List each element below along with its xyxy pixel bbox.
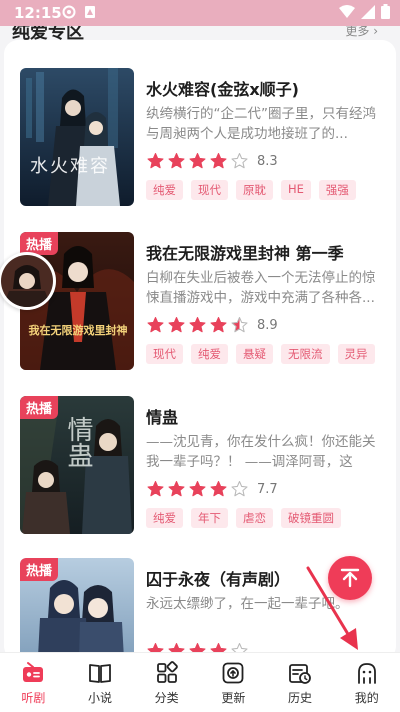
drama-description: 白柳在失业后被卷入一个无法停止的惊悚直播游戏中，游戏中充满了各种各... xyxy=(146,270,376,306)
drama-description: ——沈见青，你在发什么疯！你还能关我一辈子吗？！ ——调泽阿哥，这就... xyxy=(146,434,376,470)
update-icon xyxy=(222,662,244,684)
settings-status-icon xyxy=(62,5,76,19)
star-icon xyxy=(147,480,164,497)
genre-tag[interactable]: 现代 xyxy=(146,344,183,364)
star-icon xyxy=(168,152,185,169)
genre-tag[interactable]: 纯爱 xyxy=(146,180,183,200)
section-header: 纯爱专区 更多 › xyxy=(0,26,400,40)
star-icon xyxy=(147,152,164,169)
nav-item-listen[interactable]: 听剧 xyxy=(0,653,67,712)
genre-tag[interactable]: 现代 xyxy=(191,180,228,200)
section-title: 纯爱专区 xyxy=(12,26,84,40)
tag-list: 纯爱 现代 原耽 HE 强强 xyxy=(146,180,356,200)
drama-item[interactable]: 我在无限游戏里封神 热播 我在无限游戏里封神 第一季 白柳在失业后被卷入一个无法… xyxy=(4,232,396,372)
star-icon xyxy=(147,316,164,333)
history-icon xyxy=(289,664,311,684)
drama-title[interactable]: 情蛊 xyxy=(146,404,178,428)
bottom-navigation: 听剧 小说 分类 更新 历史 我的 xyxy=(0,652,400,712)
nav-label: 更新 xyxy=(221,691,246,705)
cover-title-text: 水火难容 xyxy=(30,156,110,177)
genre-tag[interactable]: HE xyxy=(281,180,311,200)
star-icon xyxy=(210,316,227,333)
battery-icon xyxy=(381,4,390,19)
genre-tag[interactable]: 年下 xyxy=(191,508,228,528)
hot-badge: 热播 xyxy=(20,396,59,419)
genre-tag[interactable]: 灵异 xyxy=(337,344,375,364)
nav-label: 小说 xyxy=(88,691,113,705)
profile-icon xyxy=(357,663,376,684)
cover-image[interactable]: 水火难容 xyxy=(20,68,134,206)
nav-item-update[interactable]: 更新 xyxy=(200,653,267,712)
floating-player-avatar[interactable] xyxy=(0,252,56,310)
star-rating: 8.3 xyxy=(146,152,278,170)
cover-image[interactable]: 热播 xyxy=(20,558,134,660)
status-time: 12:15 xyxy=(14,4,62,22)
star-icon xyxy=(231,152,248,169)
star-rating: 8.9 xyxy=(146,316,278,334)
rating-score: 7.7 xyxy=(257,481,278,497)
wifi-icon xyxy=(339,4,355,18)
drama-title[interactable]: 水火难容(金弦x顺子) xyxy=(146,76,299,100)
genre-tag[interactable]: 纯爱 xyxy=(146,508,183,528)
nav-label: 历史 xyxy=(288,691,313,705)
nav-item-category[interactable]: 分类 xyxy=(133,653,200,712)
nav-label: 听剧 xyxy=(21,691,46,705)
star-icon xyxy=(231,316,248,333)
nav-item-novel[interactable]: 小说 xyxy=(67,653,134,712)
nav-label: 分类 xyxy=(154,691,179,705)
hot-badge: 热播 xyxy=(20,558,59,581)
nav-label: 我的 xyxy=(354,691,379,705)
book-icon xyxy=(89,664,111,683)
drama-title[interactable]: 囚于永夜（有声剧） xyxy=(146,566,290,590)
annotation-arrow-icon xyxy=(306,566,358,650)
cover-title-text: 我在无限游戏里封神 xyxy=(28,324,128,337)
cover-title-text: 情蛊 xyxy=(63,416,93,468)
genre-tag[interactable]: 原耽 xyxy=(236,180,273,200)
genre-tag[interactable]: 虐恋 xyxy=(236,508,273,528)
drama-item[interactable]: 水火难容 水火难容(金弦x顺子) 纨绔横行的“企二代”圈子里，只有经鸿与周昶两个… xyxy=(4,68,396,208)
category-icon xyxy=(156,661,178,683)
drama-title[interactable]: 我在无限游戏里封神 第一季 xyxy=(146,240,344,264)
star-icon xyxy=(168,316,185,333)
genre-tag[interactable]: 无限流 xyxy=(281,344,330,364)
star-rating: 7.7 xyxy=(146,480,278,498)
tag-list: 现代 纯爱 悬疑 无限流 灵异 xyxy=(146,344,375,364)
genre-tag[interactable]: 纯爱 xyxy=(191,344,228,364)
status-bar: 12:15 xyxy=(0,0,400,26)
nav-item-profile[interactable]: 我的 xyxy=(333,653,400,712)
genre-tag[interactable]: 破镜重圆 xyxy=(281,508,341,528)
star-icon xyxy=(210,480,227,497)
radio-icon xyxy=(23,662,44,682)
rating-score: 8.9 xyxy=(257,317,278,333)
star-icon xyxy=(189,480,206,497)
notification-status-icon xyxy=(85,6,95,18)
drama-description: 纨绔横行的“企二代”圈子里，只有经鸿与周昶两个人是成功地接班了的... xyxy=(146,106,376,142)
signal-icon xyxy=(361,4,375,19)
nav-item-history[interactable]: 历史 xyxy=(267,653,334,712)
star-icon xyxy=(189,316,206,333)
star-icon xyxy=(168,480,185,497)
drama-item[interactable]: 情蛊 热播 情蛊 ——沈见青，你在发什么疯！你还能关我一辈子吗？！ ——调泽阿哥… xyxy=(4,396,396,536)
genre-tag[interactable]: 强强 xyxy=(318,180,356,200)
more-link[interactable]: 更多 › xyxy=(345,26,378,39)
tag-list: 纯爱 年下 虐恋 破镜重圆 xyxy=(146,508,341,528)
star-icon xyxy=(210,152,227,169)
rating-score: 8.3 xyxy=(257,153,278,169)
cover-image[interactable]: 情蛊 热播 xyxy=(20,396,134,534)
star-icon xyxy=(231,480,248,497)
star-icon xyxy=(189,152,206,169)
genre-tag[interactable]: 悬疑 xyxy=(236,344,273,364)
